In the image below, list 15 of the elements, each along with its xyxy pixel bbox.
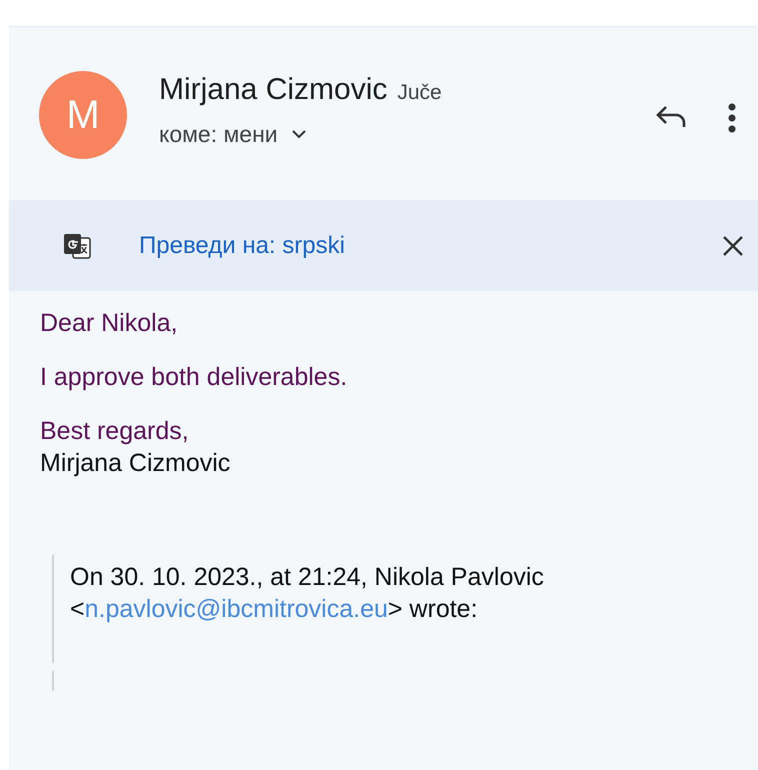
chevron-down-icon[interactable] — [292, 130, 306, 139]
message-line: I approve both deliverables. — [40, 362, 348, 393]
message-line: Mirjana Cizmovic — [40, 448, 232, 479]
date: Juče — [397, 81, 442, 105]
message-line: Best regards, — [40, 416, 190, 447]
reply-icon[interactable] — [656, 105, 688, 129]
email-link[interactable]: n.pavlovic@ibcmitrovica.eu — [84, 595, 388, 623]
more-icon[interactable] — [728, 103, 736, 133]
sender-name: Mirjana Cizmovic — [159, 73, 388, 107]
avatar: M — [39, 71, 127, 159]
translate-icon — [63, 232, 91, 258]
message-line: Dear Nikola, — [40, 308, 179, 339]
close-icon[interactable] — [722, 234, 744, 256]
quote-header: On 30. 10. 2023., at 21:24, Nikola Pavlovic <n.pavlovic@ibcmitrovica.eu> wrote: — [70, 562, 545, 625]
recipient: коме: мени — [159, 121, 278, 148]
